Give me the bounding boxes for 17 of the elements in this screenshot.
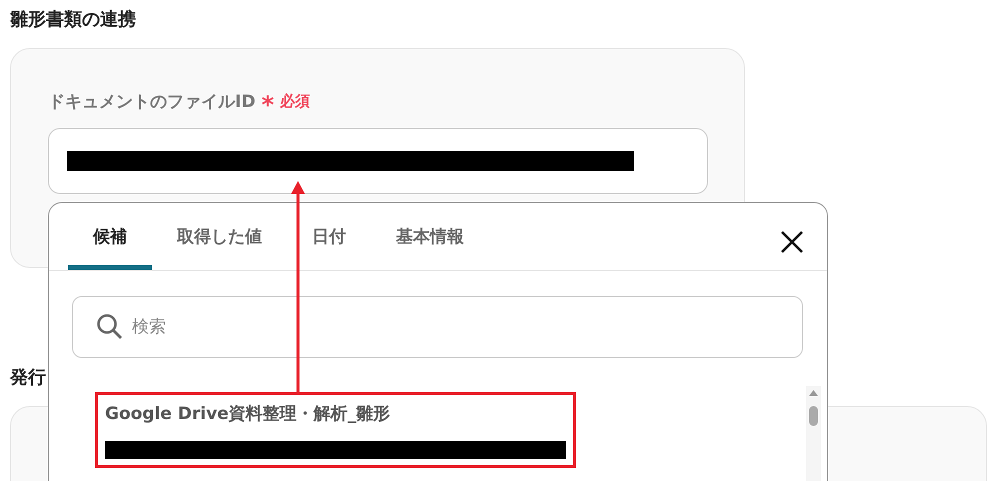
section-title: 雛形書類の連携 bbox=[8, 8, 137, 32]
section-title: 発行 bbox=[10, 366, 46, 390]
list-item[interactable]: Google Drive資料整理・解析_雛形 bbox=[105, 402, 390, 426]
close-icon bbox=[779, 229, 805, 255]
search-field[interactable]: 検索 bbox=[72, 296, 803, 358]
tab[interactable]: 候補 bbox=[68, 203, 152, 270]
field-label: ドキュメントのファイルID bbox=[48, 90, 256, 112]
scrollbar-thumb[interactable] bbox=[809, 406, 818, 426]
search-icon bbox=[96, 313, 123, 340]
close-button[interactable] bbox=[779, 229, 805, 255]
tab[interactable]: 日付 bbox=[287, 203, 371, 270]
tab[interactable]: 取得した値 bbox=[152, 203, 287, 270]
scroll-up-icon bbox=[809, 390, 818, 396]
required-mark: * bbox=[261, 93, 274, 117]
input-field[interactable] bbox=[48, 128, 708, 194]
required-label: 必須 bbox=[280, 92, 310, 110]
tab[interactable]: 基本情報 bbox=[371, 203, 489, 270]
